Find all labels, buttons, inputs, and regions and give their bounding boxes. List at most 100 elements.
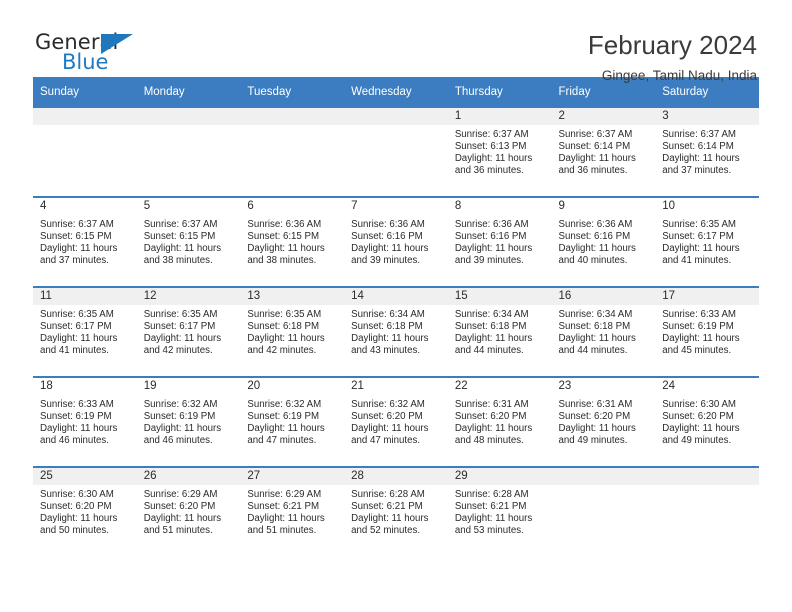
calendar-day-cell[interactable]: 18 Sunrise: 6:33 AM Sunset: 6:19 PM Dayligh… xyxy=(33,376,137,467)
day-details: Sunrise: 6:28 AM Sunset: 6:21 PM Daylight:… xyxy=(344,485,448,537)
calendar-day-cell[interactable]: 22 Sunrise: 6:31 AM Sunset: 6:20 PM Dayligh… xyxy=(447,376,552,467)
day-cell-inner xyxy=(33,108,137,196)
sunrise-time: Sunrise: 6:33 AM xyxy=(662,309,736,320)
day-cell-inner: 1 Sunrise: 6:37 AM Sunset: 6:13 PM Daylight… xyxy=(447,108,552,196)
sunset-time: Sunset: 6:13 PM xyxy=(454,141,527,153)
day-number: 15 xyxy=(447,288,552,305)
calendar-page: General Blue February 2024 Gingee, Tamil… xyxy=(0,0,792,612)
daylight-line-1: Daylight: 11 hours xyxy=(143,243,222,255)
calendar-day-cell[interactable]: 10 Sunrise: 6:35 AM Sunset: 6:17 PM Dayligh… xyxy=(655,196,759,287)
daylight-line-2: and 41 minutes. xyxy=(662,255,732,267)
calendar-day-cell[interactable]: 20 Sunrise: 6:32 AM Sunset: 6:19 PM Dayligh… xyxy=(240,376,345,467)
daylight-line-1: Daylight: 11 hours xyxy=(351,243,429,255)
sunrise-time: Sunrise: 6:28 AM xyxy=(351,489,425,500)
daylight-line-1: Daylight: 11 hours xyxy=(247,243,325,255)
sunrise-time: Sunrise: 6:37 AM xyxy=(662,129,736,140)
sunset-time: Sunset: 6:17 PM xyxy=(143,321,216,333)
day-number: 24 xyxy=(655,378,759,395)
daylight-line-2: and 46 minutes. xyxy=(40,435,109,447)
day-details xyxy=(240,125,344,129)
sunrise-time: Sunrise: 6:37 AM xyxy=(143,219,218,230)
weekday-header-wednesday: Wednesday xyxy=(344,77,448,107)
day-number: 28 xyxy=(344,468,448,485)
calendar-day-cell[interactable]: 23 Sunrise: 6:31 AM Sunset: 6:20 PM Dayligh… xyxy=(551,376,656,467)
calendar-day-cell[interactable]: 7 Sunrise: 6:36 AM Sunset: 6:16 PM Daylight… xyxy=(344,196,448,287)
day-details: Sunrise: 6:36 AM Sunset: 6:15 PM Daylight:… xyxy=(240,215,344,267)
sunrise-time: Sunrise: 6:36 AM xyxy=(247,219,322,230)
daylight-line-1: Daylight: 11 hours xyxy=(40,243,118,255)
calendar-day-cell[interactable]: 15 Sunrise: 6:34 AM Sunset: 6:18 PM Dayligh… xyxy=(447,286,552,377)
calendar-day-cell[interactable]: 1 Sunrise: 6:37 AM Sunset: 6:13 PM Daylight… xyxy=(447,106,552,197)
calendar-day-cell[interactable]: 5 Sunrise: 6:37 AM Sunset: 6:15 PM Daylight… xyxy=(136,196,241,287)
calendar-day-cell[interactable]: 28 Sunrise: 6:28 AM Sunset: 6:21 PM Dayligh… xyxy=(344,466,448,556)
day-details: Sunrise: 6:28 AM Sunset: 6:21 PM Daylight:… xyxy=(448,485,552,537)
daylight-line-2: and 47 minutes. xyxy=(351,435,421,447)
day-cell-inner xyxy=(655,468,759,556)
sunset-time: Sunset: 6:15 PM xyxy=(40,231,112,243)
daylight-line-1: Daylight: 11 hours xyxy=(558,153,636,165)
daylight-line-1: Daylight: 11 hours xyxy=(40,513,118,525)
sunrise-time: Sunrise: 6:34 AM xyxy=(558,309,633,320)
calendar-day-cell[interactable]: 29 Sunrise: 6:28 AM Sunset: 6:21 PM Dayligh… xyxy=(447,466,552,556)
day-number: 27 xyxy=(240,468,345,485)
daylight-line-2: and 42 minutes. xyxy=(143,345,213,357)
daylight-line-1: Daylight: 11 hours xyxy=(454,513,533,525)
calendar-day-cell[interactable]: 19 Sunrise: 6:32 AM Sunset: 6:19 PM Dayligh… xyxy=(136,376,241,467)
calendar-day-cell[interactable]: 2 Sunrise: 6:37 AM Sunset: 6:14 PM Daylight… xyxy=(551,106,656,197)
sunset-time: Sunset: 6:15 PM xyxy=(247,231,320,243)
calendar-day-cell[interactable]: 24 Sunrise: 6:30 AM Sunset: 6:20 PM Dayligh… xyxy=(655,376,759,467)
calendar-day-cell[interactable]: 25 Sunrise: 6:30 AM Sunset: 6:20 PM Dayligh… xyxy=(33,466,137,556)
calendar-day-cell[interactable]: 4 Sunrise: 6:37 AM Sunset: 6:15 PM Daylight… xyxy=(33,196,137,287)
daylight-line-1: Daylight: 11 hours xyxy=(454,243,533,255)
sunrise-time: Sunrise: 6:37 AM xyxy=(558,129,633,140)
title-block: February 2024 Gingee, Tamil Nadu, India xyxy=(588,30,759,86)
weekday-header-thursday: Thursday xyxy=(447,77,552,107)
day-number: 19 xyxy=(136,378,241,395)
sunset-time: Sunset: 6:15 PM xyxy=(143,231,216,243)
day-number: 12 xyxy=(136,288,241,305)
daylight-line-2: and 49 minutes. xyxy=(662,435,732,447)
day-number xyxy=(240,108,345,125)
calendar-day-cell[interactable]: 16 Sunrise: 6:34 AM Sunset: 6:18 PM Dayligh… xyxy=(551,286,656,377)
daylight-line-2: and 44 minutes. xyxy=(558,345,628,357)
calendar-day-cell[interactable]: 12 Sunrise: 6:35 AM Sunset: 6:17 PM Dayligh… xyxy=(136,286,241,377)
daylight-line-2: and 38 minutes. xyxy=(247,255,317,267)
calendar-day-cell[interactable]: 14 Sunrise: 6:34 AM Sunset: 6:18 PM Dayligh… xyxy=(344,286,448,377)
calendar-day-cell[interactable]: 8 Sunrise: 6:36 AM Sunset: 6:16 PM Daylight… xyxy=(447,196,552,287)
day-cell-inner: 23 Sunrise: 6:31 AM Sunset: 6:20 PM Dayligh… xyxy=(551,378,656,466)
calendar-day-cell[interactable]: 6 Sunrise: 6:36 AM Sunset: 6:15 PM Daylight… xyxy=(240,196,345,287)
calendar-day-cell[interactable]: 17 Sunrise: 6:33 AM Sunset: 6:19 PM Dayligh… xyxy=(655,286,759,377)
calendar-day-cell[interactable]: 27 Sunrise: 6:29 AM Sunset: 6:21 PM Dayligh… xyxy=(240,466,345,556)
daylight-line-2: and 39 minutes. xyxy=(454,255,524,267)
calendar-day-cell[interactable]: 13 Sunrise: 6:35 AM Sunset: 6:18 PM Dayligh… xyxy=(240,286,345,377)
day-number: 1 xyxy=(447,108,552,125)
calendar-day-cell[interactable]: 11 Sunrise: 6:35 AM Sunset: 6:17 PM Dayligh… xyxy=(33,286,137,377)
calendar-day-cell[interactable]: 9 Sunrise: 6:36 AM Sunset: 6:16 PM Daylight… xyxy=(551,196,656,287)
day-details xyxy=(33,125,137,129)
calendar-day-cell[interactable]: 3 Sunrise: 6:37 AM Sunset: 6:14 PM Daylight… xyxy=(655,106,759,197)
general-blue-logo[interactable]: General Blue xyxy=(33,30,153,82)
day-details: Sunrise: 6:37 AM Sunset: 6:14 PM Daylight:… xyxy=(552,125,656,177)
calendar-week-row: 25 Sunrise: 6:30 AM Sunset: 6:20 PM Dayligh… xyxy=(33,466,759,556)
sunset-time: Sunset: 6:16 PM xyxy=(351,231,423,243)
day-number: 29 xyxy=(447,468,552,485)
daylight-line-1: Daylight: 11 hours xyxy=(247,423,325,435)
day-cell-inner: 5 Sunrise: 6:37 AM Sunset: 6:15 PM Daylight… xyxy=(136,198,241,286)
day-details xyxy=(137,125,241,129)
calendar-week-row: 1 Sunrise: 6:37 AM Sunset: 6:13 PM Daylight… xyxy=(33,106,759,197)
location-subtitle: Gingee, Tamil Nadu, India xyxy=(601,68,757,83)
calendar-day-cell[interactable]: 21 Sunrise: 6:32 AM Sunset: 6:20 PM Dayligh… xyxy=(344,376,448,467)
sunrise-time: Sunrise: 6:36 AM xyxy=(558,219,633,230)
calendar-day-cell[interactable]: 26 Sunrise: 6:29 AM Sunset: 6:20 PM Dayligh… xyxy=(136,466,241,556)
day-number xyxy=(655,468,759,485)
day-cell-inner: 13 Sunrise: 6:35 AM Sunset: 6:18 PM Dayligh… xyxy=(240,288,345,376)
sunset-time: Sunset: 6:20 PM xyxy=(662,411,734,423)
sunrise-time: Sunrise: 6:34 AM xyxy=(351,309,425,320)
calendar-day-cell-empty xyxy=(240,106,345,197)
day-details: Sunrise: 6:32 AM Sunset: 6:19 PM Daylight:… xyxy=(240,395,344,447)
page-header: General Blue February 2024 Gingee, Tamil… xyxy=(33,0,759,83)
daylight-line-1: Daylight: 11 hours xyxy=(143,333,222,345)
day-cell-inner: 24 Sunrise: 6:30 AM Sunset: 6:20 PM Dayligh… xyxy=(655,378,759,466)
sunset-time: Sunset: 6:16 PM xyxy=(454,231,527,243)
day-details: Sunrise: 6:36 AM Sunset: 6:16 PM Daylight:… xyxy=(344,215,448,267)
